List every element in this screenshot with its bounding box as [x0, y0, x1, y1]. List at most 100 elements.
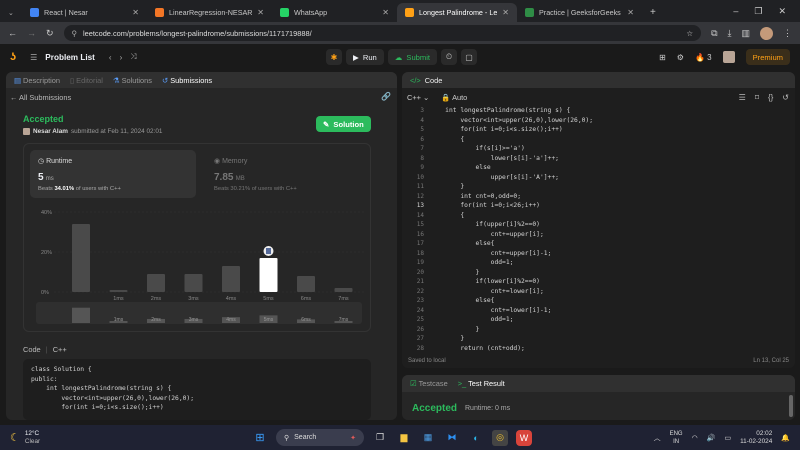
tab-test-result[interactable]: >_ Test Result — [458, 379, 505, 388]
chart-bar[interactable] — [72, 224, 90, 292]
streak-value: 3 — [707, 52, 712, 62]
side-panel-icon[interactable]: ▥ — [741, 28, 750, 39]
settings-icon[interactable]: ⚙ — [677, 53, 684, 62]
search-box[interactable]: ⚲ Search ✦ — [276, 429, 364, 446]
browser-tab[interactable]: React | Nesar ✕ — [22, 3, 147, 22]
line-number: 8 — [420, 154, 424, 162]
code-line: class Solution { — [31, 366, 92, 373]
downloads-icon[interactable]: ⤓ — [728, 28, 732, 39]
store-icon[interactable]: ▦ — [420, 430, 436, 446]
x-tick-label: 3ms — [188, 296, 199, 302]
tab-description[interactable]: ▤ Description — [14, 76, 60, 85]
tab-editorial-label: Editorial — [76, 75, 103, 85]
file-explorer-icon[interactable]: ▆ — [396, 430, 412, 446]
task-view-icon[interactable]: ❐ — [372, 430, 388, 446]
start-windows-icon[interactable]: ⊞ — [252, 430, 268, 446]
layout-icon[interactable]: ⊞ — [659, 53, 666, 62]
tab-submissions[interactable]: ↺ Submissions — [162, 76, 212, 85]
close-tab-icon[interactable]: ✕ — [382, 8, 389, 17]
code-editor[interactable]: int longestPalindrome(string s) { vector… — [430, 106, 792, 353]
browser-tab[interactable]: LinearRegression-NESAR.ipynb ✕ — [147, 3, 272, 22]
user-avatar[interactable] — [722, 51, 735, 63]
chart-bar[interactable] — [109, 290, 128, 292]
bookmark-star-icon[interactable]: ☆ — [686, 29, 693, 38]
tab-search-button[interactable]: ⌄ — [0, 3, 22, 22]
solution-button[interactable]: ✎ Solution — [316, 116, 371, 132]
timer-icon[interactable]: ⏲ — [441, 49, 458, 65]
battery-icon[interactable]: ▭ — [724, 434, 731, 442]
minimize-icon[interactable]: – — [733, 6, 738, 16]
tray-chevron-icon[interactable]: ︿ — [654, 433, 661, 443]
wifi-icon[interactable]: ◠ — [692, 434, 698, 442]
close-tab-icon[interactable]: ✕ — [502, 8, 509, 17]
chart-bar[interactable] — [147, 274, 165, 292]
chart-bar[interactable] — [222, 266, 240, 292]
forward-arrow-icon[interactable]: → — [27, 28, 36, 38]
reset-icon[interactable]: ↺ — [782, 93, 789, 102]
chrome-menu-icon[interactable]: ⋮ — [783, 28, 792, 39]
profile-avatar[interactable] — [760, 26, 773, 40]
author-name[interactable]: Nesar Alam — [33, 128, 68, 135]
code-icon: </> — [410, 75, 421, 85]
browser-tab[interactable]: WhatsApp ✕ — [272, 3, 397, 22]
new-tab-button[interactable]: + — [642, 3, 664, 22]
y-tick-label: 20% — [41, 250, 52, 256]
memory-unit: MB — [235, 176, 245, 182]
random-problem-icon[interactable]: ⤨ — [130, 52, 136, 62]
close-tab-icon[interactable]: ✕ — [257, 8, 264, 17]
clock-date: 11-02-2024 — [740, 437, 773, 445]
input-language[interactable]: ENG IN — [670, 430, 683, 446]
chart-bar[interactable] — [184, 274, 203, 292]
scroll-thumb[interactable] — [789, 395, 793, 417]
accepted-status: Accepted — [23, 114, 64, 124]
close-window-icon[interactable]: ✕ — [778, 6, 786, 17]
leetcode-logo-icon[interactable]: ʖ — [10, 51, 16, 63]
chrome-icon[interactable]: ◎ — [492, 429, 508, 446]
tab-solutions[interactable]: ⚗ Solutions — [113, 76, 152, 85]
weather-widget[interactable]: ☾ 12°C Clear — [0, 430, 240, 446]
address-bar[interactable]: ⚲ leetcode.com/problems/longest-palindro… — [63, 25, 702, 41]
close-tab-icon[interactable]: ✕ — [627, 8, 634, 17]
extensions-icon[interactable]: ⧉ — [711, 28, 717, 39]
edge-icon[interactable]: ◐ — [468, 430, 484, 446]
notes-icon[interactable]: ▢ — [461, 49, 478, 65]
code-label: Code — [23, 345, 41, 354]
memory-box[interactable]: ◉ Memory 7.85 MB Beats 30.21% of users w… — [210, 150, 360, 198]
debug-icon[interactable]: ✱ — [326, 49, 342, 65]
notification-icon[interactable]: 🔔 — [781, 434, 790, 442]
premium-label: Premium — [752, 52, 783, 62]
reload-icon[interactable]: ↻ — [46, 28, 54, 39]
next-problem-icon[interactable]: › — [120, 53, 123, 62]
speaker-icon[interactable]: 🔊 — [707, 434, 716, 442]
line-number: 19 — [416, 259, 424, 266]
close-tab-icon[interactable]: ✕ — [132, 8, 139, 17]
clock[interactable]: 02:02 11-02-2024 — [740, 430, 772, 446]
wps-office-icon[interactable]: W — [516, 429, 532, 446]
all-submissions-link[interactable]: ← All Submissions — [10, 93, 71, 102]
maximize-icon[interactable]: ❐ — [754, 6, 762, 17]
tab-editorial[interactable]: ▯ Editorial — [70, 76, 103, 85]
back-arrow-icon[interactable]: ← — [8, 28, 17, 38]
vscode-icon[interactable]: ⧓ — [444, 430, 460, 446]
autocomplete-mode[interactable]: 🔒 Auto — [441, 93, 467, 102]
format-icon[interactable]: ☰ — [739, 93, 746, 102]
browser-tab[interactable]: Practice | GeeksforGeeks | A co ✕ — [517, 3, 642, 22]
braces-icon[interactable]: {} — [768, 93, 773, 102]
chart-bar[interactable] — [334, 288, 353, 292]
premium-button[interactable]: Premium — [745, 49, 790, 65]
share-link-icon[interactable]: 🔗 — [381, 92, 391, 101]
tab-testcase[interactable]: ☑ Testcase — [410, 379, 448, 388]
chart-bar[interactable] — [297, 276, 315, 292]
browser-tab[interactable]: Longest Palindrome - LeetCode ✕ — [397, 3, 517, 22]
terminal-icon: >_ — [457, 379, 467, 388]
language-select[interactable]: C++ ⌄ — [407, 93, 429, 102]
runtime-box[interactable]: ◷ Runtime 5 ms Beats 34.01% of users wit… — [30, 150, 196, 198]
prev-problem-icon[interactable]: ‹ — [109, 53, 112, 62]
problem-list-link[interactable]: Problem List — [45, 53, 95, 62]
site-info-icon[interactable]: ⚲ — [72, 29, 77, 38]
streak-counter[interactable]: 🔥 3 — [695, 53, 712, 62]
submit-button[interactable]: ☁ Submit — [387, 49, 438, 65]
bookmark-icon[interactable]: ⌑ — [755, 93, 759, 102]
chart-bar[interactable] — [259, 258, 278, 292]
run-button[interactable]: ▶ Run — [346, 49, 384, 65]
